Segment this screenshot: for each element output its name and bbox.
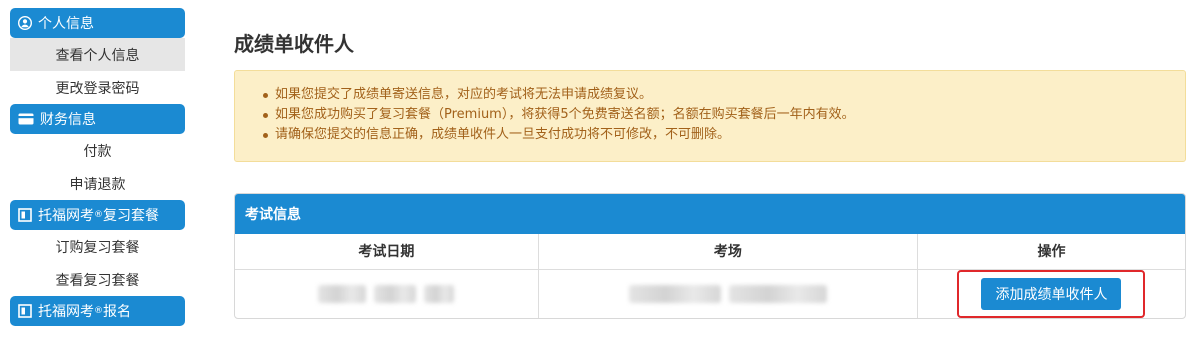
notice-box: 如果您提交了成绩单寄送信息，对应的考试将无法申请成绩复议。 如果您成功购买了复习… bbox=[234, 70, 1186, 162]
notice-list: 如果您提交了成绩单寄送信息，对应的考试将无法申请成绩复议。 如果您成功购买了复习… bbox=[261, 85, 1185, 145]
sidebar-section-profile[interactable]: 个人信息 bbox=[10, 8, 185, 38]
table-header-row: 考试日期 考场 操作 bbox=[235, 234, 1185, 270]
sidebar-item-buy-package[interactable]: 订购复习套餐 bbox=[10, 230, 185, 263]
highlight-box: 添加成绩单收件人 bbox=[957, 270, 1146, 318]
sidebar-section-label-main: 托福网考 bbox=[38, 208, 94, 224]
book-icon bbox=[18, 304, 32, 318]
column-header-venue: 考场 bbox=[538, 234, 918, 270]
blurred-text bbox=[424, 285, 455, 304]
sidebar-section-registration[interactable]: 托福网考 ® 报名 bbox=[10, 296, 185, 326]
sidebar-item-change-password[interactable]: 更改登录密码 bbox=[10, 71, 185, 104]
sidebar-section-label-rest: 复习套餐 bbox=[103, 208, 159, 224]
sidebar-section-finance[interactable]: 财务信息 bbox=[10, 104, 185, 134]
sidebar-section-label-main: 托福网考 bbox=[38, 304, 94, 320]
page-title: 成绩单收件人 bbox=[234, 32, 354, 56]
exam-table: 考试日期 考场 操作 添加成绩单收件人 bbox=[235, 234, 1185, 318]
blurred-text bbox=[728, 285, 827, 304]
sidebar-item-payment[interactable]: 付款 bbox=[10, 134, 185, 167]
notice-item: 请确保您提交的信息正确，成绩单收件人一旦支付成功将不可修改，不可删除。 bbox=[261, 125, 1185, 145]
sidebar-section-label: 财务信息 bbox=[40, 112, 96, 128]
table-row: 添加成绩单收件人 bbox=[235, 269, 1185, 318]
exam-date-cell bbox=[235, 269, 539, 318]
blurred-text bbox=[318, 285, 367, 304]
sidebar-item-view-package[interactable]: 查看复习套餐 bbox=[10, 263, 185, 296]
user-circle-icon bbox=[18, 16, 32, 30]
sidebar-section-label-rest: 报名 bbox=[103, 304, 131, 320]
sidebar: 个人信息 查看个人信息 更改登录密码 财务信息 付款 申请退款 托福网考 ® 复习套… bbox=[10, 8, 185, 326]
column-header-date: 考试日期 bbox=[235, 234, 539, 270]
blurred-text bbox=[374, 285, 417, 304]
add-recipient-button[interactable]: 添加成绩单收件人 bbox=[981, 278, 1122, 311]
notice-item: 如果您成功购买了复习套餐（Premium），将获得5个免费寄送名额；名额在购买套… bbox=[261, 105, 1185, 125]
venue-cell bbox=[538, 269, 918, 318]
sidebar-section-label: 个人信息 bbox=[38, 16, 94, 32]
sidebar-item-refund[interactable]: 申请退款 bbox=[10, 167, 185, 200]
sidebar-item-view-profile[interactable]: 查看个人信息 bbox=[10, 38, 185, 71]
book-icon bbox=[18, 208, 32, 222]
notice-item: 如果您提交了成绩单寄送信息，对应的考试将无法申请成绩复议。 bbox=[261, 85, 1185, 105]
blurred-text bbox=[628, 285, 721, 304]
registered-mark: ® bbox=[94, 306, 103, 316]
sidebar-section-review-package[interactable]: 托福网考 ® 复习套餐 bbox=[10, 200, 185, 230]
panel-title: 考试信息 bbox=[235, 194, 1185, 234]
credit-card-icon bbox=[18, 113, 34, 125]
registered-mark: ® bbox=[94, 210, 103, 220]
exam-info-panel: 考试信息 考试日期 考场 操作 添加成绩单收件人 bbox=[234, 193, 1186, 319]
column-header-action: 操作 bbox=[917, 234, 1185, 270]
action-cell: 添加成绩单收件人 bbox=[917, 269, 1185, 318]
